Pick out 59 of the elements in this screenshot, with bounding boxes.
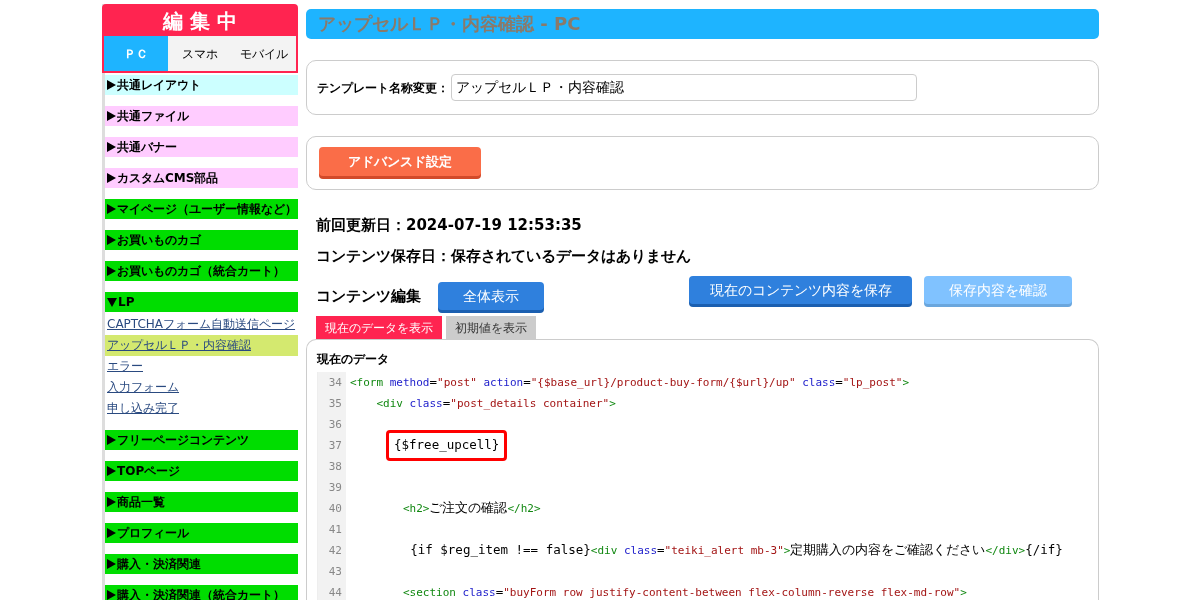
field-label: テンプレート名称変更： [317, 79, 449, 97]
line-number: 43 [318, 561, 346, 582]
sidebar-category[interactable]: LP [105, 292, 298, 312]
line-number: 35 [318, 393, 346, 414]
category-label: プロフィール [117, 525, 189, 542]
category-label: TOPページ [117, 463, 181, 480]
data-tab[interactable]: 初期値を表示 [446, 316, 536, 339]
line-number: 37 [318, 435, 346, 456]
line-number: 41 [318, 519, 346, 540]
editing-title: 編 集 中 [104, 6, 296, 36]
category-label: 購入・決済関連 [117, 556, 201, 573]
page-title: アップセルＬＰ・内容確認 - PC [306, 9, 1099, 39]
template-name-field[interactable]: アップセルＬＰ・内容確認 [451, 74, 917, 101]
sidebar-category[interactable]: プロフィール [105, 523, 298, 543]
category-label: カスタムCMS部品 [117, 170, 219, 187]
data-tab[interactable]: 現在のデータを表示 [316, 316, 442, 339]
sidebar-category[interactable]: カスタムCMS部品 [105, 168, 298, 188]
save-button[interactable]: 現在のコンテンツ内容を保存 [689, 276, 912, 304]
line-number: 36 [318, 414, 346, 435]
line-number: 42 [318, 540, 346, 561]
sidebar-category[interactable]: 共通バナー [105, 137, 298, 157]
page-link[interactable]: アップセルＬＰ・内容確認 [105, 335, 298, 356]
page-link[interactable]: エラー [105, 356, 298, 377]
category-label: 商品一覧 [117, 494, 165, 511]
page-link[interactable]: CAPTCHAフォーム自動送信ページ [105, 314, 298, 335]
category-label: フリーページコンテンツ [117, 432, 249, 449]
line-number: 44 [318, 582, 346, 600]
last-updated-text: 前回更新日：2024-07-19 12:53:35 [316, 215, 583, 236]
sidebar-category[interactable]: フリーページコンテンツ [105, 430, 298, 450]
code-line: {if $reg_item !== false}<div class="teiki_alert mb-3">定期購入の内容をご確認ください</div>{/if} [409, 541, 1063, 560]
page-link[interactable]: 申し込み完了 [105, 398, 298, 419]
sidebar-category[interactable]: 共通ファイル [105, 106, 298, 126]
sidebar-category[interactable]: TOPページ [105, 461, 298, 481]
category-label: マイページ（ユーザー情報など） [117, 201, 297, 218]
category-label: 共通ファイル [117, 108, 189, 125]
line-number: 38 [318, 456, 346, 477]
sidebar-category[interactable]: 共通レイアウト [105, 75, 298, 95]
sidebar-category[interactable]: 購入・決済関連 [105, 554, 298, 574]
category-label: 共通バナー [117, 139, 177, 156]
category-label: お買いものカゴ（統合カート） [117, 263, 285, 280]
category-label: お買いものカゴ [117, 232, 201, 249]
code-line: <h2>ご注文の確認</h2> [401, 499, 541, 518]
page-link[interactable]: 入力フォーム [105, 377, 298, 398]
code-line: <form method="post" action="{$base_url}/product-buy-form/{$url}/up" class="lp_post"> [349, 373, 910, 392]
content-saved-text: コンテンツ保存日：保存されているデータはありません [316, 246, 692, 267]
panel-title: 現在のデータ [317, 351, 390, 368]
section-heading: コンテンツ編集 [316, 285, 421, 307]
full-view-button[interactable]: 全体表示 [438, 282, 544, 310]
sidebar-category[interactable]: お買いものカゴ [105, 230, 298, 250]
sidebar-category[interactable]: お買いものカゴ（統合カート） [105, 261, 298, 281]
code-line: <div class="post_details container"> [375, 394, 616, 413]
category-label: 共通レイアウト [117, 77, 201, 94]
line-number: 34 [318, 372, 346, 393]
line-number: 39 [318, 477, 346, 498]
sidebar-category[interactable]: マイページ（ユーザー情報など） [105, 199, 298, 219]
line-number: 40 [318, 498, 346, 519]
category-label: LP [118, 294, 135, 311]
sidebar-category[interactable]: 商品一覧 [105, 492, 298, 512]
code-line: <section class="buyForm row justify-content-between flex-column-reverse flex-md-row"> [401, 583, 967, 600]
